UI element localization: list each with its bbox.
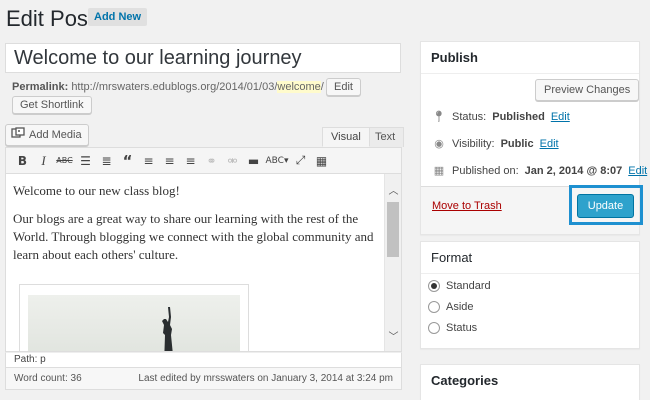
published-label: Published on: (452, 164, 519, 177)
visibility-row: ◉ Visibility: Public Edit (432, 137, 559, 150)
visibility-edit-link[interactable]: Edit (540, 138, 559, 150)
eye-icon: ◉ (434, 137, 444, 150)
word-count: Word count: 36 (14, 373, 82, 384)
editor-scrollbar[interactable]: ︿ ﹀ (384, 174, 401, 351)
bullet-list-icon[interactable]: ☰ (75, 151, 96, 171)
radio-icon[interactable] (428, 301, 440, 313)
align-right-icon[interactable]: ≡ (180, 151, 201, 171)
scroll-thumb[interactable] (387, 202, 399, 257)
unlink-icon[interactable]: ⚮ (222, 151, 243, 171)
permalink-label: Permalink: (12, 81, 69, 93)
insert-link-icon[interactable]: ⚭ (201, 151, 222, 171)
kitchen-sink-icon[interactable]: ▦ (311, 151, 332, 171)
permalink-row: Permalink: http://mrswaters.edublogs.org… (12, 81, 324, 93)
update-button[interactable]: Update (577, 194, 634, 218)
last-edited: Last edited by mrsswaters on January 3, … (138, 373, 393, 384)
add-media-label: Add Media (29, 129, 82, 141)
published-edit-link[interactable]: Edit (628, 165, 647, 177)
editor-statusbar: Word count: 36 Last edited by mrsswaters… (5, 368, 402, 390)
move-to-trash-link[interactable]: Move to Trash (432, 200, 502, 212)
published-value: Jan 2, 2014 @ 8:07 (524, 164, 623, 177)
categories-title: Categories (431, 373, 499, 388)
radio-icon[interactable] (428, 322, 440, 334)
add-media-button[interactable]: Add Media (5, 124, 89, 146)
add-new-button[interactable]: Add New (88, 8, 148, 26)
add-media-icon (11, 127, 25, 143)
format-option-standard[interactable]: Standard (428, 280, 491, 292)
image-photo (28, 295, 240, 351)
align-center-icon[interactable]: ≡ (159, 151, 180, 171)
format-title: Format (421, 242, 639, 274)
published-row: ▦ Published on: Jan 2, 2014 @ 8:07 Edit (432, 164, 647, 177)
align-left-icon[interactable]: ≡ (138, 151, 159, 171)
preview-changes-button[interactable]: Preview Changes (535, 79, 640, 101)
status-label: Status: (452, 110, 487, 123)
radio-selected-icon[interactable] (428, 280, 440, 292)
editor-area[interactable]: Welcome to our new class blog! Our blogs… (5, 174, 402, 352)
format-option-status[interactable]: Status (428, 322, 477, 334)
scroll-down-icon[interactable]: ﹀ (385, 328, 401, 343)
status-row: 📍︎ Status: Published Edit (432, 110, 570, 123)
categories-box: Categories (420, 364, 640, 400)
editor-paragraph: Our blogs are a great way to share our l… (13, 211, 374, 262)
format-option-aside[interactable]: Aside (428, 301, 474, 313)
strikethrough-icon[interactable]: ABC (54, 151, 75, 171)
post-title-input[interactable]: Welcome to our learning journey (5, 43, 401, 73)
format-option-label: Status (446, 322, 478, 334)
status-edit-link[interactable]: Edit (551, 111, 570, 123)
format-option-label: Aside (446, 301, 474, 313)
read-more-icon[interactable]: ▬ (243, 151, 264, 171)
tab-text[interactable]: Text (366, 127, 405, 147)
spellcheck-icon[interactable]: ABC▾ (264, 151, 290, 171)
editor-paragraph: Welcome to our new class blog! (13, 183, 180, 198)
page-title: Edit Post (6, 6, 95, 31)
permalink-base: http://mrswaters.edublogs.org/2014/01/03… (71, 81, 278, 93)
edit-permalink-button[interactable]: Edit (326, 78, 361, 96)
fullscreen-icon[interactable]: ⤢ (290, 151, 311, 171)
publish-title: Publish (421, 42, 639, 74)
editor-toolbar: B I ABC ☰ ≣ “ ≡ ≡ ≡ ⚭ ⚮ ▬ ABC▾ ⤢ ▦ (5, 147, 402, 174)
editor-path: Path: p (5, 352, 402, 368)
permalink-trail: / (320, 81, 324, 93)
editor-content[interactable]: Welcome to our new class blog! Our blogs… (13, 182, 378, 274)
scroll-up-icon[interactable]: ︿ (385, 182, 401, 197)
tab-visual[interactable]: Visual (322, 127, 370, 147)
get-shortlink-button[interactable]: Get Shortlink (12, 96, 92, 114)
pin-icon: 📍︎ (432, 110, 446, 123)
calendar-icon: ▦ (433, 164, 445, 177)
numbered-list-icon[interactable]: ≣ (96, 151, 117, 171)
blockquote-icon[interactable]: “ (117, 151, 138, 171)
statue-of-liberty-image[interactable] (19, 284, 249, 351)
visibility-label: Visibility: (452, 137, 495, 150)
status-value: Published (492, 110, 545, 123)
bold-icon[interactable]: B (12, 151, 33, 171)
permalink-slug[interactable]: welcome (277, 81, 321, 93)
italic-icon[interactable]: I (33, 151, 54, 171)
format-option-label: Standard (446, 280, 491, 292)
visibility-value: Public (500, 137, 534, 150)
